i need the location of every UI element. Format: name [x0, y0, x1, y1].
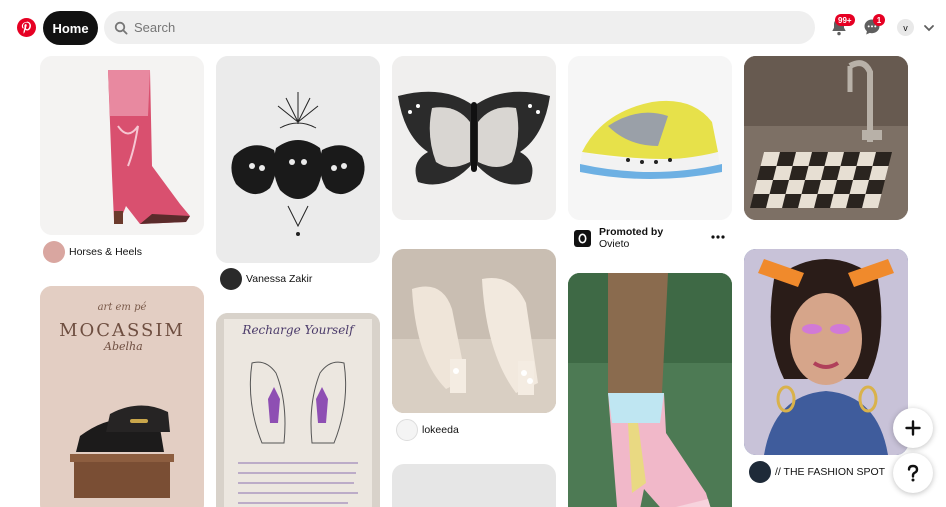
home-button[interactable]: Home [43, 11, 98, 45]
mocassim-title: MOCASSIM [59, 320, 185, 341]
creator-name: Vanessa Zakir [246, 273, 313, 285]
advertiser-name: Ovieto [599, 238, 630, 250]
creator-name: Horses & Heels [69, 246, 142, 258]
create-pin-button[interactable] [893, 408, 933, 448]
pin-image-recharge-yourself[interactable]: Recharge Yourself [216, 313, 380, 507]
search-bar[interactable] [104, 11, 815, 44]
creator-avatar [220, 268, 242, 290]
pastel-cowboy-boot-image [568, 273, 732, 507]
pin1-creator[interactable]: Horses & Heels [43, 241, 142, 263]
butterfly-faces-image [392, 56, 556, 220]
top-nav-bar: Home 99+ 1 v [0, 0, 946, 56]
pin-image-fashion-spot[interactable] [744, 249, 908, 455]
creator-avatar [749, 461, 771, 483]
creator-avatar [43, 241, 65, 263]
plus-icon [905, 420, 921, 436]
pin-image-butterfly[interactable] [392, 56, 556, 220]
pin2-creator[interactable]: Vanessa Zakir [220, 268, 312, 290]
pin-image-cowboy-boot[interactable] [40, 56, 204, 235]
chunky-sneaker-image [568, 56, 732, 220]
creator-avatar [396, 419, 418, 441]
pin5-creator[interactable]: // THE FASHION SPOT [749, 461, 885, 483]
pin-image-leopard-tattoo[interactable] [216, 56, 380, 263]
mocassim-subtitle: Abelha [104, 340, 143, 353]
profile-avatar[interactable]: v [897, 19, 914, 36]
checkered-sink-image [744, 56, 908, 220]
pin-image-bridal-heels[interactable] [392, 249, 556, 413]
pin-image-checker-sink[interactable] [744, 56, 908, 220]
pin-image-sneaker[interactable] [568, 56, 732, 220]
promoted-label: Promoted by [599, 226, 664, 238]
pin-image-pastel-boot[interactable] [568, 273, 732, 507]
notifications-badge: 99+ [835, 14, 855, 26]
search-input[interactable] [134, 20, 774, 35]
creator-name: lokeeda [422, 424, 459, 436]
makeup-portrait-image [744, 249, 908, 455]
help-icon [907, 464, 919, 482]
help-button[interactable] [893, 453, 933, 493]
leopard-tattoo-image [216, 56, 380, 263]
creator-name: // THE FASHION SPOT [775, 466, 886, 478]
more-icon[interactable] [711, 234, 725, 240]
pink-cowboy-boot-image [40, 56, 204, 235]
pin3-creator[interactable]: lokeeda [396, 419, 459, 441]
promoted-pin-info[interactable]: Promoted by Ovieto [574, 226, 663, 250]
ovieto-logo-icon [574, 230, 591, 247]
recharge-title: Recharge Yourself [242, 323, 354, 337]
pinterest-logo-icon[interactable] [17, 18, 36, 37]
bridal-heels-image [392, 249, 556, 413]
messages-badge: 1 [873, 14, 885, 26]
recharge-journal-image [216, 313, 380, 507]
search-icon [114, 21, 128, 35]
mocassim-heading: art em pé [97, 302, 147, 313]
pin-image-placeholder[interactable] [392, 464, 556, 507]
pin-image-mocassim[interactable]: art em pé MOCASSIM Abelha [40, 286, 204, 507]
chevron-down-icon[interactable] [923, 22, 935, 34]
